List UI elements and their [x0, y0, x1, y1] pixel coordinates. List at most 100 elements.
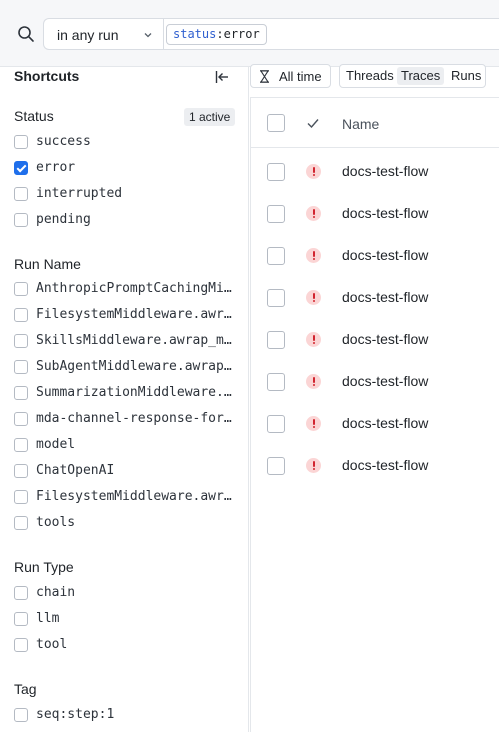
row-checkbox[interactable]	[267, 415, 285, 433]
row-checkbox[interactable]	[267, 457, 285, 475]
status-active-badge: 1 active	[184, 108, 236, 126]
row-checkbox[interactable]	[267, 163, 285, 181]
status-option-interrupted[interactable]: interrupted	[14, 185, 239, 205]
filter-input[interactable]: status:error	[163, 18, 499, 50]
checkbox[interactable]	[14, 187, 28, 201]
checkbox[interactable]	[14, 282, 28, 296]
row-name[interactable]: docs-test-flow	[342, 415, 428, 431]
checkbox[interactable]	[14, 464, 28, 478]
option-label: interrupted	[36, 186, 123, 201]
row-checkbox[interactable]	[267, 331, 285, 349]
row-checkbox[interactable]	[267, 373, 285, 391]
checkbox[interactable]	[14, 638, 28, 652]
run-name-option[interactable]: ChatOpenAI	[14, 462, 239, 482]
row-name[interactable]: docs-test-flow	[342, 205, 428, 221]
table-row[interactable]: docs-test-flow	[251, 150, 499, 192]
table-row[interactable]: docs-test-flow	[251, 234, 499, 276]
option-label: SkillsMiddleware.awrap_model_call	[36, 333, 234, 348]
row-name[interactable]: docs-test-flow	[342, 373, 428, 389]
option-label: llm	[36, 611, 60, 626]
checkbox[interactable]	[14, 386, 28, 400]
collapse-left-icon[interactable]	[214, 69, 230, 85]
row-name[interactable]: docs-test-flow	[342, 457, 428, 473]
table-row[interactable]: docs-test-flow	[251, 192, 499, 234]
error-icon	[306, 458, 321, 473]
row-name[interactable]: docs-test-flow	[342, 163, 428, 179]
option-label: success	[36, 134, 91, 149]
run-name-option[interactable]: model	[14, 436, 239, 456]
checkbox[interactable]	[14, 612, 28, 626]
tab-threads[interactable]: Threads	[342, 67, 398, 85]
error-icon	[306, 164, 321, 179]
run-name-option[interactable]: AnthropicPromptCachingMiddleware	[14, 280, 239, 300]
run-name-option[interactable]: SkillsMiddleware.awrap_model_call	[14, 332, 239, 352]
option-label: model	[36, 437, 76, 452]
status-option-success[interactable]: success	[14, 133, 239, 153]
select-all-checkbox[interactable]	[267, 114, 285, 132]
filter-chip-status[interactable]: status:error	[166, 24, 267, 45]
checkbox[interactable]	[14, 516, 28, 530]
table-row[interactable]: docs-test-flow	[251, 402, 499, 444]
table-row[interactable]: docs-test-flow	[251, 444, 499, 486]
option-label: pending	[36, 212, 91, 227]
table-row[interactable]: docs-test-flow	[251, 318, 499, 360]
run-name-option[interactable]: SubAgentMiddleware.awrap_model_call	[14, 358, 239, 378]
option-label: FilesystemMiddleware.awrap_tool_call	[36, 489, 234, 504]
checkbox[interactable]	[14, 412, 28, 426]
run-name-option[interactable]: tools	[14, 514, 239, 534]
shortcuts-sidebar: Shortcuts Status 1 active success error …	[0, 67, 249, 732]
run-name-option[interactable]: SummarizationMiddleware.before_model	[14, 384, 239, 404]
run-name-option[interactable]: FilesystemMiddleware.awrap_tool_call	[14, 488, 239, 508]
error-icon	[306, 332, 321, 347]
run-scope-select[interactable]: in any run	[43, 18, 163, 50]
checkbox-checked[interactable]	[14, 161, 28, 175]
row-name[interactable]: docs-test-flow	[342, 247, 428, 263]
run-type-option-chain[interactable]: chain	[14, 584, 239, 604]
filter-value: error	[223, 27, 260, 41]
top-search-bar: in any run status:error	[0, 0, 499, 67]
error-icon	[306, 416, 321, 431]
table-row[interactable]: docs-test-flow	[251, 360, 499, 402]
traces-table: Name docs-test-flow docs-test-flow docs-…	[250, 97, 499, 732]
run-name-option[interactable]: FilesystemMiddleware.awrap_model_call	[14, 306, 239, 326]
status-option-error[interactable]: error	[14, 159, 239, 179]
row-checkbox[interactable]	[267, 247, 285, 265]
checkbox[interactable]	[14, 586, 28, 600]
checkbox[interactable]	[14, 135, 28, 149]
run-type-option-tool[interactable]: tool	[14, 636, 239, 656]
checkbox[interactable]	[14, 308, 28, 322]
run-type-option-llm[interactable]: llm	[14, 610, 239, 630]
checkbox[interactable]	[14, 213, 28, 227]
table-row[interactable]: docs-test-flow	[251, 276, 499, 318]
error-icon	[306, 290, 321, 305]
row-name[interactable]: docs-test-flow	[342, 289, 428, 305]
filter-separator: :	[216, 27, 224, 41]
row-name[interactable]: docs-test-flow	[342, 331, 428, 347]
shortcuts-title: Shortcuts	[14, 68, 80, 84]
search-icon[interactable]	[17, 25, 35, 43]
row-checkbox[interactable]	[267, 289, 285, 307]
row-checkbox[interactable]	[267, 205, 285, 223]
status-option-pending[interactable]: pending	[14, 211, 239, 231]
chevron-down-icon	[144, 33, 152, 38]
option-label: chain	[36, 585, 76, 600]
checkbox[interactable]	[14, 334, 28, 348]
option-label: error	[36, 160, 76, 175]
view-switcher: Threads Traces Runs	[339, 64, 486, 88]
checkbox[interactable]	[14, 490, 28, 504]
check-icon	[307, 119, 319, 129]
checkbox[interactable]	[14, 360, 28, 374]
tag-option[interactable]: seq:step:1	[14, 706, 239, 726]
tab-traces[interactable]: Traces	[397, 67, 445, 85]
option-label: ChatOpenAI	[36, 463, 115, 478]
error-icon	[306, 206, 321, 221]
column-header-name[interactable]: Name	[342, 116, 379, 132]
run-type-section-title: Run Type	[14, 559, 74, 575]
run-name-option[interactable]: mda-channel-response-formatter	[14, 410, 239, 430]
checkbox[interactable]	[14, 438, 28, 452]
tab-runs[interactable]: Runs	[447, 67, 485, 85]
checkbox[interactable]	[14, 708, 28, 722]
run-scope-value: in any run	[57, 27, 119, 43]
status-section-title: Status	[14, 108, 54, 124]
time-range-button[interactable]: All time	[250, 64, 331, 88]
